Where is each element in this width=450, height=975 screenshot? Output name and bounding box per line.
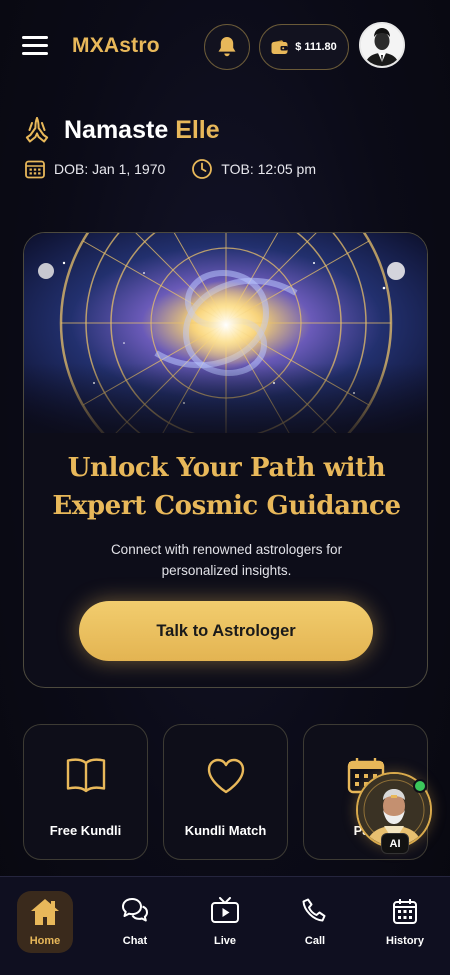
nav-history[interactable]: History	[360, 877, 450, 975]
nav-label: Live	[213, 935, 236, 947]
user-avatar-image	[361, 24, 403, 66]
hero-title: Unlock Your Path with Expert Cosmic Guid…	[52, 453, 401, 521]
tob-item: TOB: 12:05 pm	[191, 158, 316, 180]
hero-card: Unlock Your Path with Expert Cosmic Guid…	[23, 232, 428, 688]
namaste-hands-icon	[25, 117, 49, 143]
nav-call[interactable]: Call	[270, 877, 360, 975]
wallet-balance: $ 111.80	[295, 41, 337, 53]
hero-subtitle: Connect with renowned astrologers for pe…	[110, 542, 343, 578]
top-bar: MXAstro $ 111.80	[0, 0, 450, 95]
nav-label: Call	[304, 935, 326, 947]
phone-icon	[302, 898, 326, 922]
nav-home[interactable]: Home	[0, 877, 90, 975]
nav-label: Home	[29, 935, 61, 947]
nav-label: Chat	[122, 935, 148, 947]
menu-button[interactable]	[22, 36, 48, 58]
nav-label: History	[386, 935, 424, 947]
app-root: MXAstro $ 111.80 Namaste Elle DOB: Jan 1…	[0, 0, 450, 975]
talk-to-astrologer-button[interactable]: Talk to Astrologer	[79, 601, 373, 661]
feature-label: Free Kundli	[49, 823, 122, 838]
kundli-match-card[interactable]: Kundli Match	[163, 724, 288, 860]
app-brand: MXAstro	[72, 34, 160, 57]
notifications-button[interactable]	[204, 24, 250, 70]
wallet-button[interactable]: $ 111.80	[259, 24, 349, 70]
heart-icon	[207, 758, 244, 794]
free-kundli-card[interactable]: Free Kundli	[23, 724, 148, 860]
nav-live[interactable]: Live	[180, 877, 270, 975]
avatar[interactable]	[359, 22, 405, 68]
calendar-icon	[393, 899, 417, 924]
bottom-nav: Home Chat Live Call History	[0, 876, 450, 975]
feature-label: Kundli Match	[184, 823, 267, 838]
user-name: Elle	[175, 115, 220, 144]
bell-icon	[218, 37, 236, 57]
tob-text: TOB: 12:05 pm	[221, 161, 316, 177]
menu-icon	[22, 36, 48, 39]
tv-icon	[211, 897, 239, 923]
chat-icon	[122, 898, 148, 922]
greeting-salutation: Namaste	[64, 115, 169, 144]
online-status-dot	[413, 779, 427, 793]
birth-details: DOB: Jan 1, 1970 TOB: 12:05 pm	[24, 158, 316, 180]
clock-icon	[192, 159, 213, 179]
dob-item: DOB: Jan 1, 1970	[24, 158, 165, 180]
nav-chat[interactable]: Chat	[90, 877, 180, 975]
dob-text: DOB: Jan 1, 1970	[54, 161, 166, 177]
book-icon	[66, 758, 105, 793]
greeting: Namaste Elle	[22, 112, 220, 148]
calendar-icon	[25, 160, 45, 179]
greeting-text: Namaste Elle	[64, 116, 220, 145]
ai-badge: AI	[381, 833, 409, 854]
wallet-icon	[271, 39, 288, 54]
home-icon	[31, 899, 59, 925]
